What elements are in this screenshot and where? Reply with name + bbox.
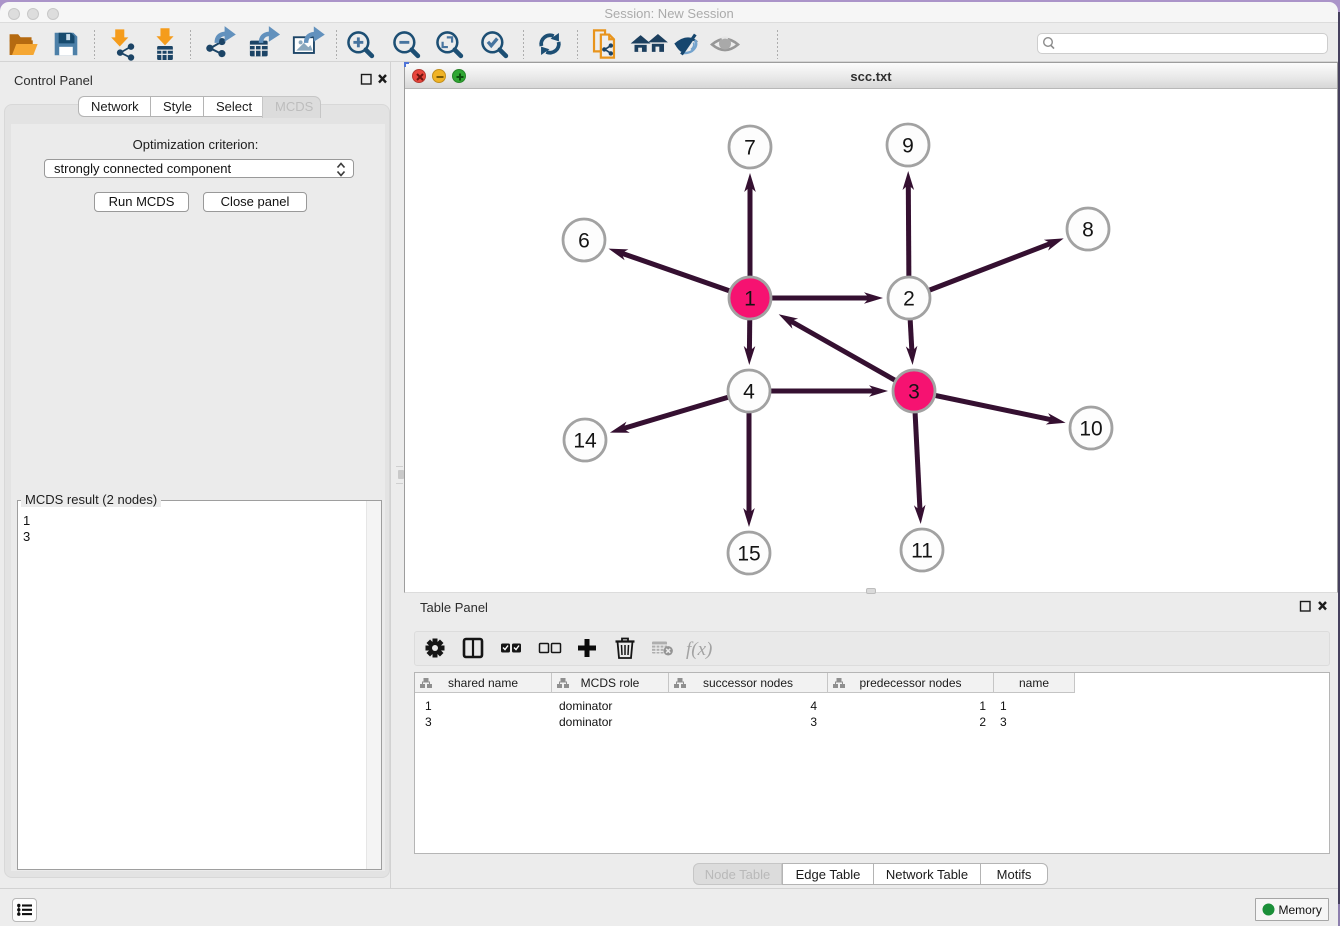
svg-text:8: 8 xyxy=(1082,219,1094,242)
svg-text:11: 11 xyxy=(911,540,933,563)
svg-text:9: 9 xyxy=(902,135,914,158)
svg-text:15: 15 xyxy=(737,543,760,566)
svg-text:4: 4 xyxy=(743,381,755,404)
svg-text:10: 10 xyxy=(1079,418,1102,441)
svg-text:3: 3 xyxy=(908,381,920,404)
svg-text:2: 2 xyxy=(903,288,915,311)
svg-text:14: 14 xyxy=(573,430,597,453)
svg-text:7: 7 xyxy=(744,137,756,160)
svg-text:1: 1 xyxy=(744,288,756,311)
svg-text:f(x): f(x) xyxy=(686,639,712,660)
svg-text:6: 6 xyxy=(578,230,590,253)
